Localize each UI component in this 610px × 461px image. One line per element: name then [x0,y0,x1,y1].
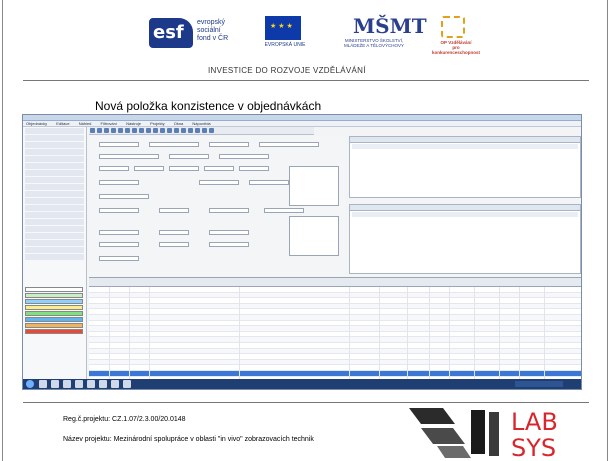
toolbar-icon[interactable] [111,128,116,133]
form-field[interactable] [149,142,199,147]
taskbar-icon[interactable] [75,380,83,388]
footer-divider [23,402,589,403]
labsys-logo: LAB SYS [409,408,558,461]
form-field[interactable] [99,166,129,171]
notes-field[interactable] [289,216,339,256]
form-field[interactable] [249,180,289,185]
taskbar-icon[interactable] [99,380,107,388]
form-field[interactable] [264,208,304,213]
tagline: INVESTICE DO ROZVOJE VZDĚLÁVÁNÍ [208,66,366,75]
toolbar-icon[interactable] [132,128,137,133]
form-field[interactable] [99,154,159,159]
taskbar-icon[interactable] [87,380,95,388]
menu-item[interactable]: Náhled [79,121,92,126]
logo-shard [421,428,465,444]
logo-bar [489,412,499,456]
toolbar-icon[interactable] [188,128,193,133]
start-button[interactable] [26,380,34,388]
toolbar-icon[interactable] [146,128,151,133]
toolbar-icon[interactable] [139,128,144,133]
form-field[interactable] [99,256,139,261]
toolbar-icon[interactable] [167,128,172,133]
header-divider [23,80,589,81]
logo-lab-text: LAB [511,408,558,436]
toolbar-icon[interactable] [104,128,109,133]
orders-table[interactable] [89,277,581,381]
sponsor-logo-band: esf evropský sociální fond v ČR EVROPSKÁ… [149,14,480,55]
form-field[interactable] [209,242,249,247]
system-tray[interactable] [515,381,563,387]
form-field[interactable] [99,180,139,185]
esf-logo: esf evropský sociální fond v ČR [149,14,241,52]
form-field[interactable] [239,166,269,171]
order-form [89,136,345,276]
toolbar-icon[interactable] [195,128,200,133]
registration-number: Reg.č.projektu: CZ.1.07/2.3.00/20.0148 [63,416,186,423]
menu-item[interactable]: Nástroje [126,121,141,126]
eu-logo: EVROPSKÁ UNIE [255,16,311,52]
form-field[interactable] [209,208,249,213]
form-field[interactable] [134,166,164,171]
logo-sys-text: SYS [511,434,556,461]
slide-title: Nová položka konzistence v objednávkách [95,99,322,113]
project-name: Název projektu: Mezinárodní spolupráce v… [63,436,314,443]
toolbar-icon[interactable] [125,128,130,133]
op-frame-icon [441,16,465,38]
form-field[interactable] [199,180,239,185]
status-legend [25,287,83,335]
form-field[interactable] [99,194,149,199]
logo-bar [471,410,485,454]
toolbar-icon[interactable] [118,128,123,133]
form-field[interactable] [209,230,249,235]
navigation-tree[interactable] [23,127,87,381]
toolbar-icon[interactable] [153,128,158,133]
menu-item[interactable]: Filtrování [101,121,117,126]
form-field[interactable] [99,142,139,147]
toolbar [89,127,314,135]
form-field[interactable] [99,230,139,235]
logo-shard [437,446,471,458]
taskbar-icon[interactable] [51,380,59,388]
form-field[interactable] [99,242,139,247]
form-field[interactable] [204,166,234,171]
form-field[interactable] [99,208,139,213]
attachments-list[interactable] [349,136,581,198]
form-field[interactable] [219,154,269,159]
form-field[interactable] [169,154,209,159]
toolbar-icon[interactable] [202,128,207,133]
op-vk-logo: OP Vzdělávání pro konkurenceschopnost [431,16,480,55]
eu-flag-icon [265,16,301,40]
notes-field[interactable] [289,166,339,206]
windows-taskbar [23,379,581,389]
toolbar-icon[interactable] [160,128,165,133]
logo-shard [409,408,455,424]
taskbar-icon[interactable] [63,380,71,388]
taskbar-icon[interactable] [39,380,47,388]
toolbar-icon[interactable] [209,128,214,133]
toolbar-icon[interactable] [90,128,95,133]
documents-panel [349,136,581,276]
menu-item[interactable]: Objednávky [26,121,47,126]
toolbar-icon[interactable] [181,128,186,133]
menu-item[interactable]: Editace [56,121,69,126]
form-field[interactable] [159,208,189,213]
table-row-selected[interactable] [89,370,581,377]
presentation-slide: esf evropský sociální fond v ČR EVROPSKÁ… [2,0,608,461]
form-field[interactable] [259,142,319,147]
related-documents-list[interactable] [349,204,581,274]
application-screenshot: Objednávky Editace Náhled Filtrování Nás… [22,114,582,390]
toolbar-icon[interactable] [174,128,179,133]
toolbar-icon[interactable] [97,128,102,133]
menu-item[interactable]: Projekty [150,121,164,126]
form-field[interactable] [209,142,249,147]
msmt-logo: MŠMT MINISTERSTVO ŠKOLSTVÍ, MLÁDEŽE A TĚ… [344,14,427,48]
table-header [89,278,581,287]
form-field[interactable] [159,230,189,235]
menu-item[interactable]: Nápověda [192,121,210,126]
form-field[interactable] [159,242,189,247]
taskbar-icon[interactable] [123,380,131,388]
form-field[interactable] [169,166,199,171]
menu-item[interactable]: Okna [174,121,184,126]
taskbar-icon[interactable] [111,380,119,388]
